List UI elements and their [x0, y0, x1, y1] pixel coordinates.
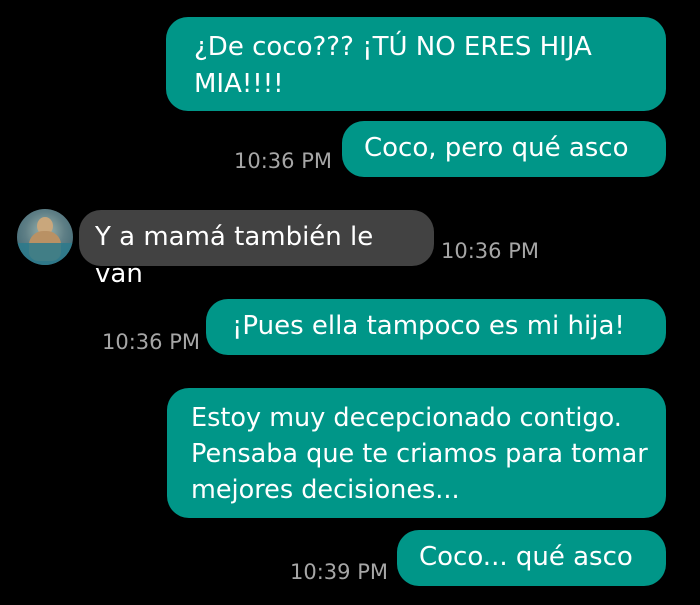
outgoing-message-bubble[interactable]: Coco... qué asco — [397, 530, 666, 586]
avatar-background-shape — [17, 243, 73, 265]
message-timestamp: 10:39 PM — [290, 560, 388, 584]
message-text: ¡Pues ella tampoco es mi hija! — [232, 311, 625, 341]
outgoing-message-bubble[interactable]: Estoy muy decepcionado contigo. Pensaba … — [167, 388, 666, 518]
message-text: Estoy muy decepcionado contigo. Pensaba … — [191, 403, 648, 505]
incoming-message-bubble[interactable]: Y a mamá también le van — [79, 210, 434, 289]
message-text: Coco... qué asco — [419, 542, 633, 572]
contact-avatar[interactable] — [17, 209, 73, 265]
message-timestamp: 10:36 PM — [441, 239, 539, 263]
message-text: ¿De coco??? ¡TÚ NO ERES HIJA MIA!!!! — [194, 32, 592, 99]
outgoing-message-bubble[interactable]: ¿De coco??? ¡TÚ NO ERES HIJA MIA!!!! — [166, 17, 666, 111]
outgoing-message-bubble[interactable]: ¡Pues ella tampoco es mi hija! — [206, 299, 666, 355]
message-thread: ¿De coco??? ¡TÚ NO ERES HIJA MIA!!!! 10:… — [0, 0, 700, 605]
message-timestamp: 10:36 PM — [234, 149, 332, 173]
message-text: Coco, pero qué asco — [364, 133, 629, 163]
message-timestamp: 10:36 PM — [102, 330, 200, 354]
message-text: Y a mamá también le van — [95, 222, 374, 289]
outgoing-message-bubble[interactable]: Coco, pero qué asco — [342, 121, 666, 177]
